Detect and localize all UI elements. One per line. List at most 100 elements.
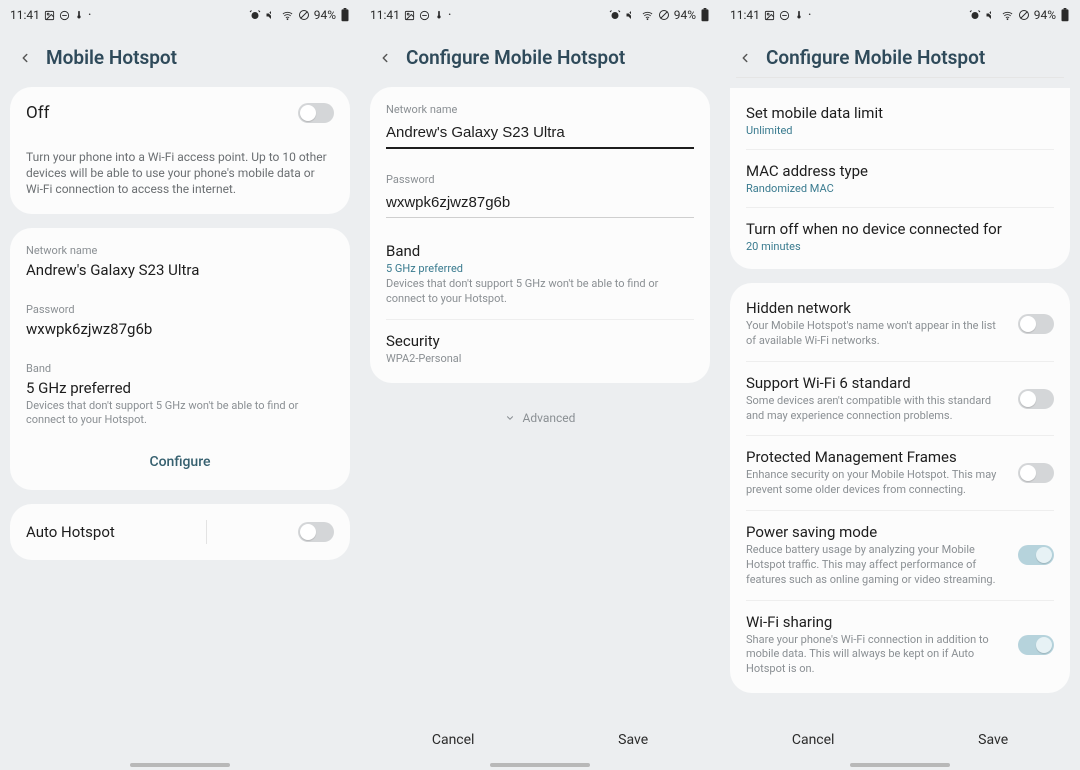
wifi-sharing-item[interactable]: Wi-Fi sharing Share your phone's Wi-Fi c… (730, 601, 1070, 690)
cancel-button[interactable]: Cancel (412, 726, 495, 754)
status-bar: 11:41 · 94% (0, 0, 360, 30)
alarm-icon (249, 9, 261, 21)
hotspot-description: Turn your phone into a Wi-Fi access poin… (26, 149, 334, 198)
status-time: 11:41 (730, 8, 760, 22)
power-saving-item[interactable]: Power saving mode Reduce battery usage b… (730, 511, 1070, 600)
wifi-icon (281, 10, 294, 21)
alarm-icon (969, 9, 981, 21)
back-button[interactable] (18, 51, 32, 65)
nav-pill[interactable] (490, 763, 590, 767)
back-button[interactable] (378, 51, 392, 65)
image-icon (44, 10, 55, 21)
wifi6-toggle[interactable] (1018, 389, 1054, 409)
alarm-icon (609, 9, 621, 21)
pane-configure-advanced: 11:41 · 94% Configure Mobile Hotspot Set… (720, 0, 1080, 770)
wifi-icon (641, 10, 654, 21)
status-time: 11:41 (10, 8, 40, 22)
mac-address-type-item[interactable]: MAC address type Randomized MAC (730, 150, 1070, 207)
network-name-value: Andrew's Galaxy S23 Ultra (26, 261, 334, 279)
save-button[interactable]: Save (598, 726, 668, 754)
set-data-limit-item[interactable]: Set mobile data limit Unlimited (730, 92, 1070, 149)
band-item[interactable]: Band 5 GHz preferred Devices that don't … (10, 350, 350, 441)
setting-title: Power saving mode (746, 523, 1004, 541)
page-title: Configure Mobile Hotspot (766, 46, 985, 69)
mute-icon (985, 9, 997, 21)
network-name-label: Network name (386, 103, 694, 116)
security-value: WPA2-Personal (386, 352, 694, 367)
dnd-icon (779, 10, 790, 21)
band-helper: Devices that don't support 5 GHz won't b… (386, 277, 694, 307)
power-saving-toggle[interactable] (1018, 545, 1054, 565)
setting-sub: 20 minutes (746, 240, 1054, 253)
network-name-input[interactable] (386, 120, 694, 149)
band-helper: Devices that don't support 5 GHz won't b… (26, 399, 334, 429)
setting-title: Set mobile data limit (746, 104, 1054, 122)
divider (206, 520, 207, 544)
setting-title: Protected Management Frames (746, 448, 1004, 466)
band-label: Band (26, 362, 334, 375)
advanced-toggle[interactable]: Advanced (370, 397, 710, 439)
wifi-sharing-toggle[interactable] (1018, 635, 1054, 655)
wifi6-item[interactable]: Support Wi-Fi 6 standard Some devices ar… (730, 362, 1070, 436)
network-name-label: Network name (26, 244, 334, 257)
mute-icon (625, 9, 637, 21)
nav-pill[interactable] (850, 763, 950, 767)
password-label: Password (26, 303, 334, 316)
battery-icon (1060, 8, 1070, 22)
password-value: wxwpk6zjwz87g6b (26, 320, 334, 338)
network-name-item[interactable]: Network name Andrew's Galaxy S23 Ultra (10, 232, 350, 291)
setting-sub: Unlimited (746, 124, 1054, 137)
battery-icon (340, 8, 350, 22)
auto-hotspot-toggle[interactable] (298, 522, 334, 542)
auto-hotspot-label: Auto Hotspot (26, 523, 115, 541)
setting-sub: Reduce battery usage by analyzing your M… (746, 543, 1004, 588)
dot-icon: · (88, 8, 92, 22)
setting-title: Wi-Fi sharing (746, 613, 1004, 631)
setting-sub: Your Mobile Hotspot's name won't appear … (746, 319, 1004, 349)
no-signal-icon (298, 9, 310, 21)
dot-icon: · (448, 8, 452, 22)
hotspot-toggle[interactable] (298, 103, 334, 123)
setting-sub: Some devices aren't compatible with this… (746, 394, 1004, 424)
cancel-button[interactable]: Cancel (772, 726, 855, 754)
idle-timeout-item[interactable]: Turn off when no device connected for 20… (730, 208, 1070, 265)
back-button[interactable] (738, 51, 752, 65)
pmf-toggle[interactable] (1018, 463, 1054, 483)
setting-title: MAC address type (746, 162, 1054, 180)
status-battery-pct: 94% (314, 8, 336, 22)
save-button[interactable]: Save (958, 726, 1028, 754)
pmf-item[interactable]: Protected Management Frames Enhance secu… (730, 436, 1070, 510)
band-item[interactable]: Band 5 GHz preferred Devices that don't … (370, 230, 710, 319)
password-input[interactable] (386, 190, 694, 218)
thermometer-icon (434, 9, 444, 21)
nav-pill[interactable] (130, 763, 230, 767)
status-bar: 11:41 · 94% (720, 0, 1080, 30)
dnd-icon (419, 10, 430, 21)
setting-title: Turn off when no device connected for (746, 220, 1054, 238)
status-time: 11:41 (370, 8, 400, 22)
mute-icon (265, 9, 277, 21)
wifi-icon (1001, 10, 1014, 21)
status-bar: 11:41 · 94% (360, 0, 720, 30)
thermometer-icon (794, 9, 804, 21)
setting-title: Support Wi-Fi 6 standard (746, 374, 1004, 392)
status-battery-pct: 94% (674, 8, 696, 22)
page-title: Configure Mobile Hotspot (406, 46, 625, 69)
image-icon (764, 10, 775, 21)
setting-sub: Share your phone's Wi-Fi connection in a… (746, 633, 1004, 678)
security-item[interactable]: Security WPA2-Personal (370, 320, 710, 379)
hidden-network-item[interactable]: Hidden network Your Mobile Hotspot's nam… (730, 287, 1070, 361)
setting-title: Hidden network (746, 299, 1004, 317)
pane-mobile-hotspot: 11:41 · 94% (0, 0, 360, 770)
setting-sub: Randomized MAC (746, 182, 1054, 195)
dot-icon: · (808, 8, 812, 22)
hidden-network-toggle[interactable] (1018, 314, 1054, 334)
password-item[interactable]: Password wxwpk6zjwz87g6b (10, 291, 350, 350)
password-label: Password (386, 173, 694, 186)
battery-icon (700, 8, 710, 22)
configure-button[interactable]: Configure (10, 440, 350, 486)
chevron-down-icon (505, 413, 515, 423)
page-title: Mobile Hotspot (46, 46, 177, 69)
security-title: Security (386, 332, 694, 350)
status-battery-pct: 94% (1034, 8, 1056, 22)
